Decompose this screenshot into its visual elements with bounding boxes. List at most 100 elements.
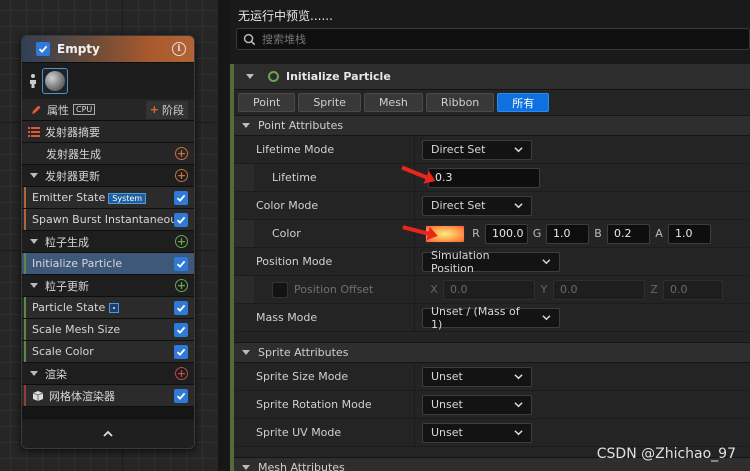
module-name: Particle State	[32, 301, 106, 314]
a-label: A	[655, 227, 663, 240]
filter-tab[interactable]: Point	[238, 93, 296, 112]
section-title: Sprite Attributes	[258, 346, 349, 359]
filter-tab[interactable]: Sprite	[298, 93, 361, 112]
collapse-node-button[interactable]	[22, 418, 194, 448]
cpu-badge: CPU	[73, 104, 96, 115]
system-badge: System	[108, 193, 147, 204]
color-r-field[interactable]: 100.0	[485, 223, 528, 244]
stage-label: 阶段	[162, 103, 184, 117]
stage-section-row[interactable]: 渲染 +	[22, 363, 194, 385]
chevron-up-icon	[103, 430, 113, 437]
stage-section-row[interactable]: 粒子生成 +	[22, 231, 194, 253]
section-title: Mesh Attributes	[258, 461, 345, 471]
stage-label: 粒子生成	[45, 235, 89, 249]
sprite-attributes-section[interactable]: Sprite Attributes	[234, 342, 750, 363]
dropdown-value: Unset	[431, 398, 463, 411]
chevron-down-icon	[514, 374, 523, 380]
preview-thumbnail[interactable]	[42, 68, 68, 94]
sprite-uv-dropdown[interactable]: Unset	[422, 422, 532, 443]
module-label: Spawn Burst Instantaneous	[32, 213, 174, 226]
collapse-arrow-icon[interactable]	[30, 239, 38, 244]
module-enabled-checkbox[interactable]	[174, 388, 188, 403]
filter-tab[interactable]: Mesh	[363, 93, 423, 112]
module-row[interactable]: Scale Color	[22, 341, 194, 363]
filter-tab[interactable]: Ribbon	[425, 93, 495, 112]
color-g-field[interactable]: 1.0	[546, 223, 589, 244]
offset-x-field[interactable]: 0.0	[443, 279, 535, 300]
stage-section-row[interactable]: 发射器更新 +	[22, 165, 194, 187]
sprite-rotation-dropdown[interactable]: Unset	[422, 394, 532, 415]
collapse-arrow-icon[interactable]	[30, 283, 38, 288]
stage-row[interactable]: 发射器生成 +	[22, 143, 194, 165]
add-module-icon[interactable]: +	[175, 279, 188, 292]
module-enabled-checkbox[interactable]	[174, 190, 188, 205]
offset-z-field[interactable]: 0.0	[663, 279, 723, 300]
module-enabled-checkbox[interactable]	[174, 212, 188, 227]
collapse-arrow-icon[interactable]	[242, 123, 250, 128]
emitter-summary-row[interactable]: 发射器摘要	[22, 121, 194, 143]
color-b-field[interactable]: 0.2	[607, 223, 650, 244]
collapse-arrow-icon[interactable]	[242, 465, 250, 470]
lifetime-mode-dropdown[interactable]: Direct Set	[422, 139, 532, 160]
collapse-arrow-icon[interactable]	[30, 371, 38, 376]
module-name: Scale Color	[32, 345, 94, 358]
emitter-enabled-checkbox[interactable]	[36, 42, 50, 56]
add-stage-button[interactable]: + 阶段	[145, 100, 188, 119]
stack-search[interactable]	[236, 28, 750, 50]
position-offset-checkbox[interactable]	[272, 281, 288, 298]
color-a-field[interactable]: 1.0	[668, 223, 711, 244]
sprite-rotation-row: Sprite Rotation Mode Unset	[234, 391, 750, 419]
collapse-arrow-icon[interactable]	[246, 74, 254, 79]
r-label: R	[472, 227, 480, 240]
x-label: X	[430, 283, 438, 296]
chevron-down-icon	[542, 315, 551, 321]
offset-y-field[interactable]: 0.0	[553, 279, 645, 300]
mass-mode-dropdown[interactable]: Unset / (Mass of 1)	[422, 305, 560, 331]
check-icon	[176, 216, 186, 224]
dropdown-value: Simulation Position	[431, 248, 490, 275]
point-attributes-section[interactable]: Point Attributes	[234, 115, 750, 136]
module-row[interactable]: 网格体渲染器	[22, 385, 194, 407]
collapse-arrow-icon[interactable]	[242, 350, 250, 355]
add-module-icon[interactable]: +	[175, 147, 188, 160]
search-icon	[243, 33, 256, 45]
stage-label: 发射器更新	[45, 169, 100, 183]
position-mode-dropdown[interactable]: Simulation Position	[422, 248, 560, 275]
sprite-size-label: Sprite Size Mode	[234, 363, 415, 390]
sprite-size-dropdown[interactable]: Unset	[422, 366, 532, 387]
module-row[interactable]: Emitter State System	[22, 187, 194, 209]
search-input[interactable]	[262, 32, 749, 46]
module-row[interactable]: Particle State	[22, 297, 194, 319]
sprite-rotation-label: Sprite Rotation Mode	[234, 391, 415, 418]
color-mode-label: Color Mode	[234, 192, 415, 219]
lifetime-mode-label: Lifetime Mode	[234, 136, 415, 163]
module-row[interactable]: Initialize Particle	[22, 253, 194, 275]
emitter-summary-label: 发射器摘要	[45, 125, 100, 139]
panel-splitter[interactable]	[218, 0, 230, 471]
module-row[interactable]: Spawn Burst Instantaneous	[22, 209, 194, 231]
module-name: Scale Mesh Size	[32, 323, 121, 336]
properties-row[interactable]: 属性 CPU + 阶段	[22, 99, 194, 121]
sprite-uv-row: Sprite UV Mode Unset	[234, 419, 750, 447]
add-module-icon[interactable]: +	[175, 169, 188, 182]
module-row[interactable]: Scale Mesh Size	[22, 319, 194, 341]
module-enabled-checkbox[interactable]	[174, 322, 188, 337]
filter-tab[interactable]: 所有	[497, 93, 550, 112]
stage-section-row[interactable]: 粒子更新 +	[22, 275, 194, 297]
module-enabled-checkbox[interactable]	[174, 344, 188, 359]
info-icon[interactable]: i	[172, 42, 186, 56]
lifetime-field[interactable]: 0.3	[428, 167, 540, 188]
module-header[interactable]: Initialize Particle	[234, 64, 750, 90]
mass-mode-row: Mass Mode Unset / (Mass of 1)	[234, 304, 750, 332]
color-mode-dropdown[interactable]: Direct Set	[422, 195, 532, 216]
module-enabled-checkbox[interactable]	[174, 300, 188, 315]
emitter-node[interactable]: Empty i 属性 CPU + 阶段 发射器摘要 发射器生成 + 发射器更新 + Em…	[21, 35, 195, 449]
add-module-icon[interactable]: +	[175, 235, 188, 248]
sprite-uv-label: Sprite UV Mode	[234, 419, 415, 446]
collapse-arrow-icon[interactable]	[30, 173, 38, 178]
module-enabled-checkbox[interactable]	[174, 256, 188, 271]
add-module-icon[interactable]: +	[175, 367, 188, 380]
lifetime-label: Lifetime	[234, 164, 415, 191]
emitter-node-header[interactable]: Empty i	[22, 36, 194, 63]
y-label: Y	[540, 283, 548, 296]
